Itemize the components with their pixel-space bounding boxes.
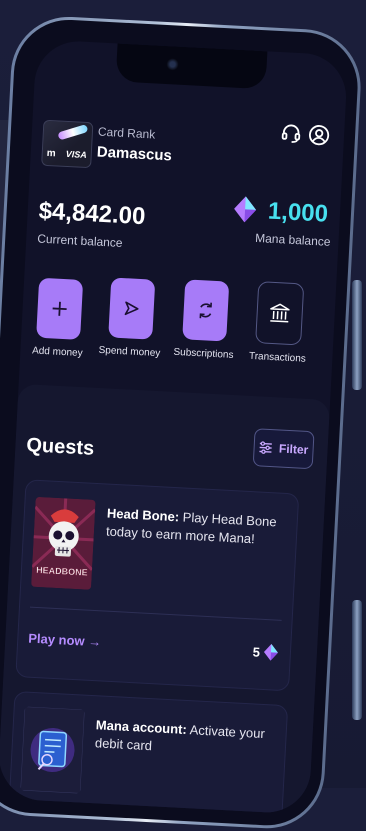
add-money-button[interactable]: [36, 277, 84, 340]
card-rank-label: Card Rank: [97, 124, 156, 142]
mana-gem-small-icon: [263, 644, 278, 661]
phone-frame: m VISA Card Rank Damascus $4,842.00 Curr…: [0, 14, 364, 831]
quest-mana-account-text: Mana account: Activate your debit card: [94, 716, 276, 761]
phone-screen: m VISA Card Rank Damascus $4,842.00 Curr…: [0, 39, 349, 815]
card-thumbnail[interactable]: m VISA: [41, 119, 94, 169]
current-balance-amount: $4,842.00: [38, 197, 147, 231]
add-money-action[interactable]: Add money: [22, 277, 96, 360]
quest-reward: 5: [252, 642, 278, 661]
bank-icon: [270, 303, 290, 323]
camera-icon: [166, 58, 179, 71]
transactions-button[interactable]: [255, 281, 305, 346]
current-balance-label: Current balance: [36, 231, 123, 250]
transactions-label: Transactions: [248, 350, 307, 365]
arrow-right-icon: →: [87, 633, 102, 650]
sliders-icon: [259, 441, 273, 454]
plus-icon: [52, 301, 67, 316]
mana-gem-icon: [234, 196, 257, 223]
quest-mana-account-title: Mana account:: [95, 717, 188, 738]
transactions-action[interactable]: Transactions: [242, 281, 316, 366]
quick-actions: Add money Spend money Subscriptions Tran…: [20, 269, 336, 375]
subscriptions-button[interactable]: [182, 279, 230, 342]
play-now-link[interactable]: Play now →: [28, 631, 102, 650]
visa-logo: VISA: [65, 148, 87, 160]
quest-head-bone-text: Head Bone: Play Head Bone today to earn …: [106, 505, 288, 550]
quest-reward-amount: 5: [252, 643, 261, 660]
filter-button[interactable]: Filter: [252, 428, 315, 470]
filter-label: Filter: [278, 441, 309, 457]
quest-card-head-bone[interactable]: HEADBONE Head Bone: Play Head Bone today…: [15, 479, 300, 692]
send-icon: [124, 301, 139, 316]
notch: [115, 43, 268, 90]
spend-money-button[interactable]: [108, 277, 156, 340]
profile-icon[interactable]: [308, 124, 331, 147]
card-brand-logo: m: [46, 147, 56, 160]
quest-card-mana-account[interactable]: Mana account: Activate your debit card: [7, 690, 289, 815]
mana-balance-label: Mana balance: [254, 230, 331, 249]
mana-balance-amount: 1,000: [267, 197, 329, 228]
quests-title: Quests: [25, 434, 95, 460]
spend-money-label: Spend money: [98, 344, 161, 360]
subscriptions-label: Subscriptions: [173, 346, 234, 361]
play-now-label: Play now: [27, 630, 86, 649]
phone-side-button: [352, 280, 362, 390]
refresh-icon: [199, 302, 212, 319]
support-headset-icon[interactable]: [280, 122, 303, 145]
headbone-game-image: HEADBONE: [31, 496, 96, 590]
card-rank-value: Damascus: [96, 143, 173, 165]
phone-side-button-lower: [352, 600, 362, 720]
quest-head-bone-title: Head Bone:: [106, 505, 180, 525]
mana-account-image: [20, 706, 85, 794]
quest-divider: [29, 606, 282, 621]
subscriptions-action[interactable]: Subscriptions: [168, 279, 242, 362]
add-money-label: Add money: [31, 345, 83, 360]
spend-money-action[interactable]: Spend money: [94, 277, 168, 360]
